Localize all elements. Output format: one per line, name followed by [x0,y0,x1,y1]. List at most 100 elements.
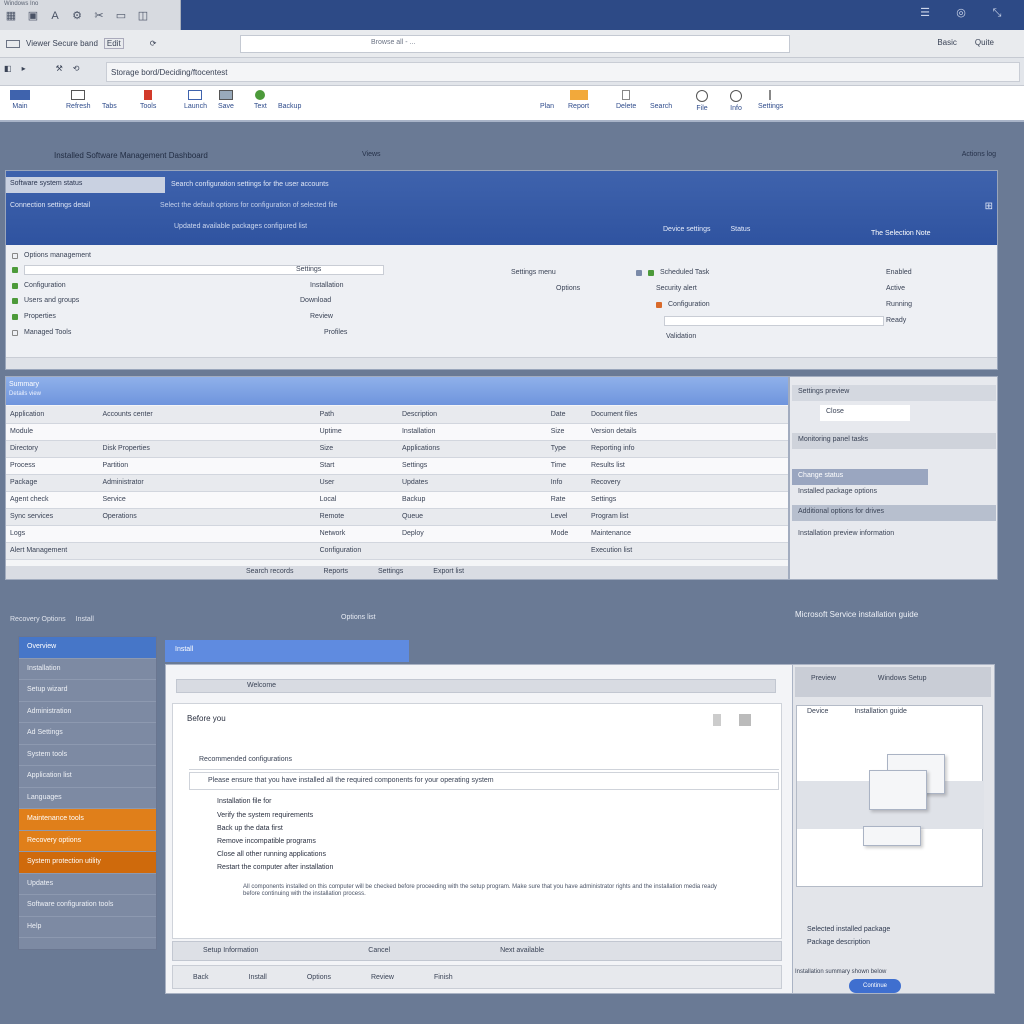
nav-item[interactable]: Maintenance tools [19,809,156,831]
basic-button[interactable]: Basic [937,38,957,47]
layout-icon[interactable]: ▭ [114,9,128,23]
cut-icon[interactable]: ✂ [92,9,106,23]
tools-icon[interactable]: ⚒ [56,64,63,73]
side-row[interactable]: Installed package options [792,485,996,501]
side-row[interactable]: Close [820,405,910,421]
nav-item[interactable]: Help [19,917,156,938]
nav-item[interactable]: Updates [19,874,156,895]
nav-item[interactable]: Application list [19,766,156,788]
nav-item[interactable]: Software configuration tools [19,895,156,917]
footer-link[interactable]: Settings [378,568,403,577]
save-icon[interactable]: ▣ [26,9,40,23]
side-row[interactable]: Additional options for drives [792,505,996,521]
sync-icon[interactable]: ⟳ [150,39,157,48]
app-label[interactable]: Viewer Secure band [26,39,98,48]
table-row[interactable]: Module Uptime Installation Size Version deta… [6,423,788,441]
ribbon-item-file[interactable]: File [696,90,708,112]
ribbon-label: Tools [140,103,157,110]
ribbon-item-text[interactable]: Text [254,90,267,110]
nav-item[interactable]: Setup wizard [19,680,156,702]
continue-button[interactable]: Continue [849,979,901,993]
ribbon-item-plan[interactable]: Plan [540,90,554,110]
install-button[interactable]: Install [249,974,267,981]
tab-recovery[interactable]: Recovery Options [10,616,66,623]
views-link[interactable]: Views [362,151,381,158]
font-icon[interactable]: A [48,9,62,23]
forward-icon[interactable]: ▸ [22,64,26,73]
table-cell: Installation [397,423,547,441]
settings-menu-label[interactable]: Settings menu [511,269,556,276]
nav-item[interactable]: Languages [19,788,156,809]
options-label[interactable]: Options [556,285,580,292]
ribbon-item-search[interactable]: Search [650,90,672,110]
expand-icon[interactable]: ⊞ [985,201,993,212]
side-row[interactable]: Monitoring panel tasks [792,433,996,449]
field-input[interactable] [24,264,384,275]
url-input[interactable]: Browse all - ... [240,35,790,53]
table-row[interactable]: Agent check Service Local Backup Rate Setting… [6,491,788,509]
nav-item[interactable]: Overview [19,637,156,659]
settings-icon[interactable]: ⚙ [70,9,84,23]
minimize-icon[interactable]: ⤡ [990,6,1004,20]
nav-item[interactable]: Installation [19,659,156,680]
install-bar[interactable]: Install [165,640,409,662]
menu-icon[interactable]: ☰ [918,6,932,20]
nav-item[interactable]: Ad Settings [19,723,156,745]
ribbon-item-delete[interactable]: Delete [616,90,636,110]
validation-input[interactable] [664,315,884,326]
ribbon-item-backup[interactable]: Backup [278,90,301,110]
status-tab[interactable]: Software system status [6,177,165,193]
table-row[interactable]: Sync services Operations Remote Queue Level P… [6,508,788,526]
side-row[interactable]: Installation preview information [792,527,996,543]
footer-link[interactable]: Export list [433,568,464,577]
setup-info-link[interactable]: Setup Information [203,947,258,955]
table-row[interactable]: Process Partition Start Settings Time Results… [6,457,788,475]
side-row[interactable]: Change status [792,469,928,485]
ribbon-item-launch[interactable]: Launch [184,90,207,110]
nav-item[interactable]: Administration [19,702,156,723]
back-button[interactable]: Back [193,974,209,981]
actions-log-link[interactable]: Actions log [962,151,996,158]
grid-icon[interactable]: ▦ [4,9,18,23]
checkbox-icon[interactable] [12,252,18,259]
path-field[interactable]: Storage bord/Deciding/ftocentest [106,62,1020,82]
ribbon-label: File [696,105,708,112]
finish-button[interactable]: Finish [434,974,453,981]
doc-toggle-icon[interactable] [713,714,721,726]
ribbon-item-save[interactable]: Save [218,90,234,110]
tab-install[interactable]: Install [76,616,94,623]
nav-item[interactable]: Recovery options [19,830,156,852]
ribbon-item-info[interactable]: Info [730,90,742,112]
side-row[interactable]: Settings preview [792,385,996,401]
table-row[interactable]: Application Accounts center Path Descriptio… [6,406,788,424]
ribbon-item-settings[interactable]: Settings [758,90,783,110]
table-row[interactable]: Alert Management Configuration Execution l… [6,542,788,560]
table-row[interactable]: Package Administrator User Updates Info Recov… [6,474,788,492]
help-icon[interactable]: ◎ [954,6,968,20]
ribbon-item-refresh[interactable]: Refresh [66,90,91,110]
ribbon-item-tabs[interactable]: Tabs [102,90,117,110]
quite-button[interactable]: Quite [975,38,994,47]
back-icon[interactable]: ◧ [4,64,12,73]
table-cell: Execution list [586,542,788,560]
next-link[interactable]: Next available [500,947,544,955]
window-icon[interactable]: ◫ [136,9,150,23]
edit-button[interactable]: Edit [103,38,124,49]
ribbon-item-report[interactable]: Report [568,90,589,110]
ribbon-item-tools[interactable]: Tools [140,90,156,110]
table-row[interactable]: Directory Disk Properties Size Applications… [6,440,788,458]
doc-item: Back up the data first [217,825,283,832]
review-button[interactable]: Review [371,974,394,981]
footer-link[interactable]: Search records [246,568,293,577]
doc-square-icon[interactable] [739,714,751,726]
checkbox-icon[interactable] [12,329,18,336]
table-cell: Type [546,440,587,458]
nav-item[interactable]: System protection utility [19,852,156,874]
main-ribbon-button[interactable]: Main [10,90,30,110]
options-button[interactable]: Options [307,974,331,981]
cancel-button[interactable]: Cancel [368,947,390,955]
table-row[interactable]: Logs Network Deploy Mode Maintenance [6,525,788,543]
footer-link[interactable]: Reports [323,568,348,577]
refresh-icon[interactable]: ⟲ [73,64,80,73]
nav-item[interactable]: System tools [19,745,156,766]
